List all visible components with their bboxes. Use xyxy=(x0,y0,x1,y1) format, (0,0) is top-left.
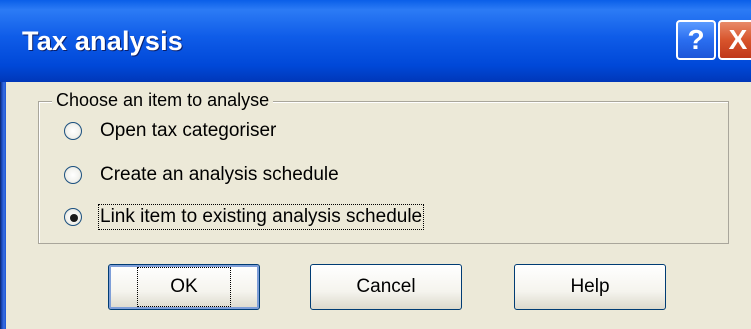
title-bar[interactable]: Tax analysis ? X xyxy=(0,0,751,82)
groupbox-label: Choose an item to analyse xyxy=(52,90,274,111)
radio-icon[interactable] xyxy=(64,122,82,140)
close-button[interactable]: X xyxy=(718,20,751,60)
tax-analysis-dialog: Tax analysis ? X Choose an item to analy… xyxy=(0,0,751,329)
radio-create-analysis-schedule[interactable]: Create an analysis schedule xyxy=(64,162,339,188)
ok-button[interactable]: OK xyxy=(108,264,260,310)
radio-open-tax-categoriser[interactable]: Open tax categoriser xyxy=(64,118,276,144)
close-icon: X xyxy=(728,24,748,55)
window-title: Tax analysis xyxy=(22,26,183,56)
help-button[interactable]: Help xyxy=(514,264,666,310)
ok-button-label: OK xyxy=(137,267,231,307)
window-border xyxy=(0,82,6,329)
radio-selected-icon[interactable] xyxy=(64,208,82,226)
radio-label[interactable]: Link item to existing analysis schedule xyxy=(97,204,425,230)
radio-icon[interactable] xyxy=(64,166,82,184)
question-mark-icon: ? xyxy=(687,24,705,55)
radio-label[interactable]: Create an analysis schedule xyxy=(100,164,339,186)
cancel-button-label: Cancel xyxy=(356,276,416,297)
title-help-button[interactable]: ? xyxy=(676,20,716,60)
cancel-button[interactable]: Cancel xyxy=(310,264,462,310)
help-button-label: Help xyxy=(570,276,610,297)
radio-label[interactable]: Open tax categoriser xyxy=(100,120,276,142)
radio-link-existing-schedule[interactable]: Link item to existing analysis schedule xyxy=(64,204,425,230)
